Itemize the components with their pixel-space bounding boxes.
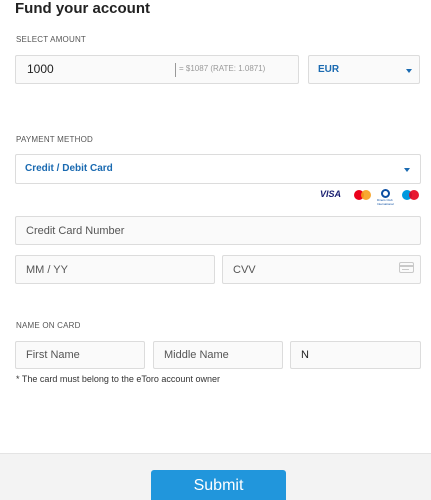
select-amount-label: SELECT AMOUNT	[16, 35, 87, 44]
middle-name-input[interactable]	[153, 341, 283, 369]
first-name-input[interactable]	[15, 341, 145, 369]
chevron-down-icon	[404, 168, 410, 172]
page-title: Fund your account	[15, 0, 150, 17]
amount-value: 1000	[27, 62, 54, 76]
submit-button[interactable]: Submit	[151, 470, 286, 500]
currency-select[interactable]: EUR	[308, 55, 420, 84]
expiry-input[interactable]	[15, 255, 215, 284]
card-cvv-icon	[399, 262, 414, 273]
conversion-rate-text: = $1087 (RATE: 1.0871)	[179, 64, 266, 73]
payment-method-value: Credit / Debit Card	[25, 163, 113, 174]
currency-value: EUR	[318, 64, 340, 75]
amount-divider	[175, 63, 176, 77]
diners-club-text: Diners Club International	[377, 198, 394, 206]
name-on-card-label: NAME ON CARD	[16, 321, 81, 330]
card-owner-note: * The card must belong to the eToro acco…	[16, 374, 220, 384]
visa-icon: VISA	[320, 189, 342, 199]
chevron-down-icon	[406, 69, 412, 73]
payment-method-label: PAYMENT METHOD	[16, 135, 94, 144]
diners-club-icon: Diners Club International	[377, 188, 395, 206]
payment-method-select[interactable]: Credit / Debit Card	[15, 154, 421, 184]
maestro-icon	[400, 188, 422, 202]
card-number-input[interactable]	[15, 216, 421, 245]
amount-input[interactable]: 1000 = $1087 (RATE: 1.0871)	[15, 55, 299, 84]
mastercard-icon	[352, 188, 374, 202]
last-name-input[interactable]	[290, 341, 421, 369]
cvv-input[interactable]	[222, 255, 421, 284]
